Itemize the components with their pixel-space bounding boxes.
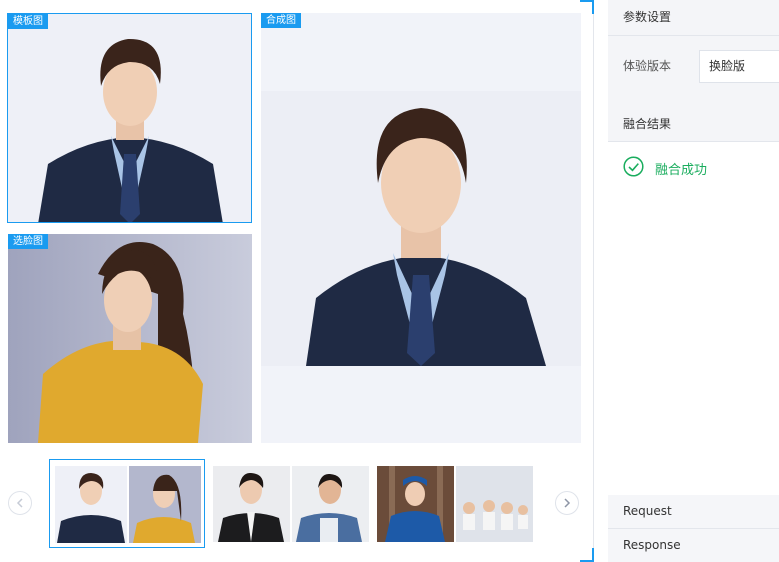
params-body: 体验版本 换脸版 (608, 37, 779, 107)
result-body: 融合成功 (608, 142, 779, 495)
template-image-panel[interactable]: 模板图 (7, 13, 252, 223)
thumbnail-image (377, 466, 533, 542)
template-portrait-image (8, 14, 251, 222)
result-image-panel[interactable]: 合成图 (261, 13, 581, 443)
image-stage: 模板图 选脸图 合成图 (0, 0, 594, 562)
frame-corner (580, 0, 594, 14)
thumbnail-pair[interactable] (377, 466, 533, 542)
chevron-right-icon (564, 498, 571, 508)
response-row[interactable]: Response (608, 529, 779, 562)
response-label: Response (623, 538, 681, 552)
thumbnail-image (55, 466, 201, 543)
carousel-next-button[interactable] (555, 491, 579, 515)
request-label: Request (623, 504, 672, 518)
face-image-panel[interactable]: 选脸图 (8, 234, 252, 443)
face-portrait-image (8, 234, 252, 443)
version-label: 体验版本 (623, 59, 672, 73)
thumbnail-pair-selected[interactable] (49, 459, 205, 548)
result-status: 融合成功 (655, 163, 708, 178)
check-circle-icon (623, 156, 644, 177)
params-title: 参数设置 (623, 10, 672, 24)
settings-panel: 参数设置 体验版本 换脸版 融合结果 融合成功 Request Response (608, 0, 779, 562)
result-title: 融合结果 (623, 117, 672, 131)
result-portrait-image (261, 13, 581, 443)
thumbnail-image (213, 466, 369, 542)
template-tag: 模板图 (8, 14, 48, 29)
params-header: 参数设置 (608, 0, 779, 36)
face-tag: 选脸图 (8, 234, 48, 249)
thumbnail-pair[interactable] (213, 466, 369, 542)
request-row[interactable]: Request (608, 495, 779, 529)
result-header: 融合结果 (608, 107, 779, 142)
version-select-value: 换脸版 (709, 59, 746, 73)
version-select[interactable]: 换脸版 (699, 50, 779, 83)
carousel-prev-button[interactable] (8, 491, 32, 515)
result-tag: 合成图 (261, 13, 301, 28)
chevron-left-icon (16, 498, 23, 508)
frame-corner (580, 548, 594, 562)
